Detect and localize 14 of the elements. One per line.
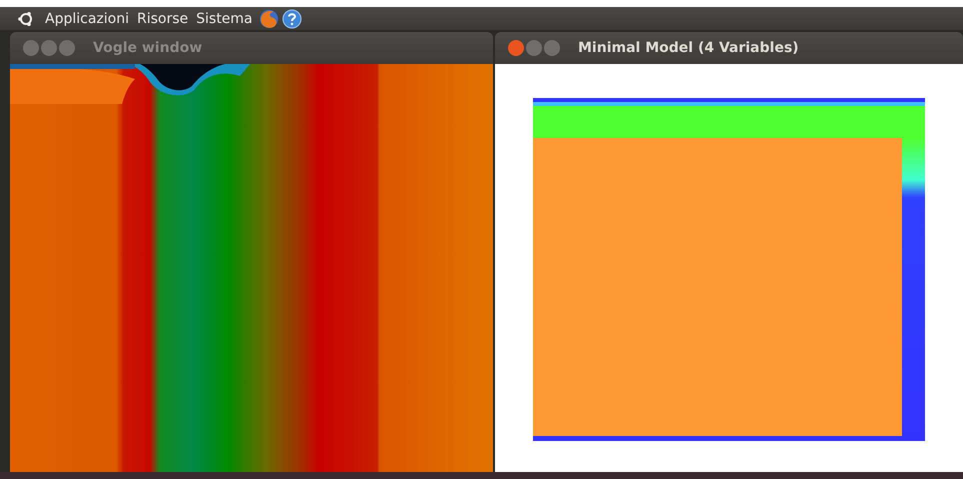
browser-icon[interactable]	[258, 8, 280, 28]
maximize-button[interactable]	[59, 40, 75, 56]
window-title: Minimal Model (4 Variables)	[578, 40, 799, 56]
panel-menu[interactable]: Applicazioni	[42, 10, 132, 26]
ubuntu-logo-icon[interactable]	[18, 10, 34, 26]
minimize-button[interactable]	[526, 40, 542, 56]
maximize-button[interactable]	[544, 40, 560, 56]
close-button[interactable]	[508, 40, 524, 56]
minimize-button[interactable]	[41, 40, 57, 56]
panel-menu[interactable]: Sistema	[193, 10, 256, 26]
help-icon[interactable]	[282, 8, 302, 28]
panel-menu[interactable]: Risorse	[134, 10, 192, 26]
close-button[interactable]	[23, 40, 39, 56]
window-title: Vogle window	[93, 40, 202, 56]
